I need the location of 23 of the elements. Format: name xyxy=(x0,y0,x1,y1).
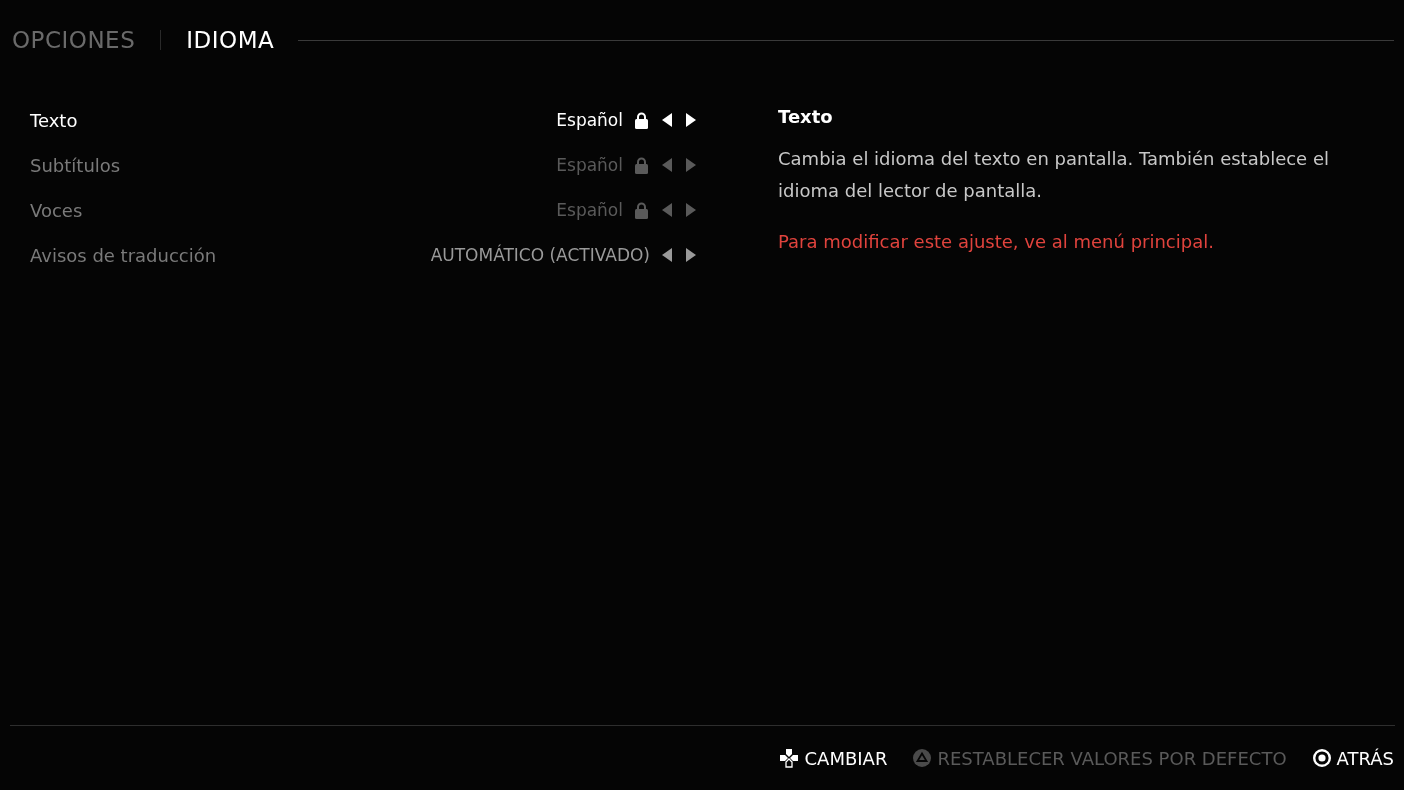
tab[interactable]: IDIOMA xyxy=(186,27,275,53)
lock-icon xyxy=(635,201,648,219)
lock-icon xyxy=(635,111,648,129)
setting-value: Español xyxy=(556,110,623,130)
tab[interactable]: OPCIONES xyxy=(12,27,136,53)
setting-label[interactable]: Texto xyxy=(30,109,557,131)
dpad-icon xyxy=(778,748,799,768)
triangle-button-icon xyxy=(913,749,932,767)
footer-action[interactable]: ATRÁS xyxy=(1312,747,1394,769)
warning-message: Para modificar este ajuste, ve al menú principal. xyxy=(778,231,1215,252)
right-arrow-icon[interactable] xyxy=(686,113,696,127)
right-arrow-icon[interactable] xyxy=(686,248,696,262)
setting-value: Español xyxy=(556,200,623,220)
detail-title: Texto xyxy=(778,106,834,127)
circle-button-icon xyxy=(1312,749,1331,767)
lock-icon xyxy=(635,156,648,174)
setting-value: Español xyxy=(556,155,623,175)
left-arrow-icon[interactable] xyxy=(662,113,672,127)
detail-description: Cambia el idioma del texto en pantalla. También establece el idioma del lector de pantalla. xyxy=(778,147,1330,203)
setting-value: AUTOMÁTICO (ACTIVADO) xyxy=(430,245,650,265)
footer-action[interactable]: CAMBIAR xyxy=(778,747,888,769)
setting-label[interactable]: Avisos de traducción xyxy=(30,244,431,266)
left-arrow-icon[interactable] xyxy=(662,248,672,262)
